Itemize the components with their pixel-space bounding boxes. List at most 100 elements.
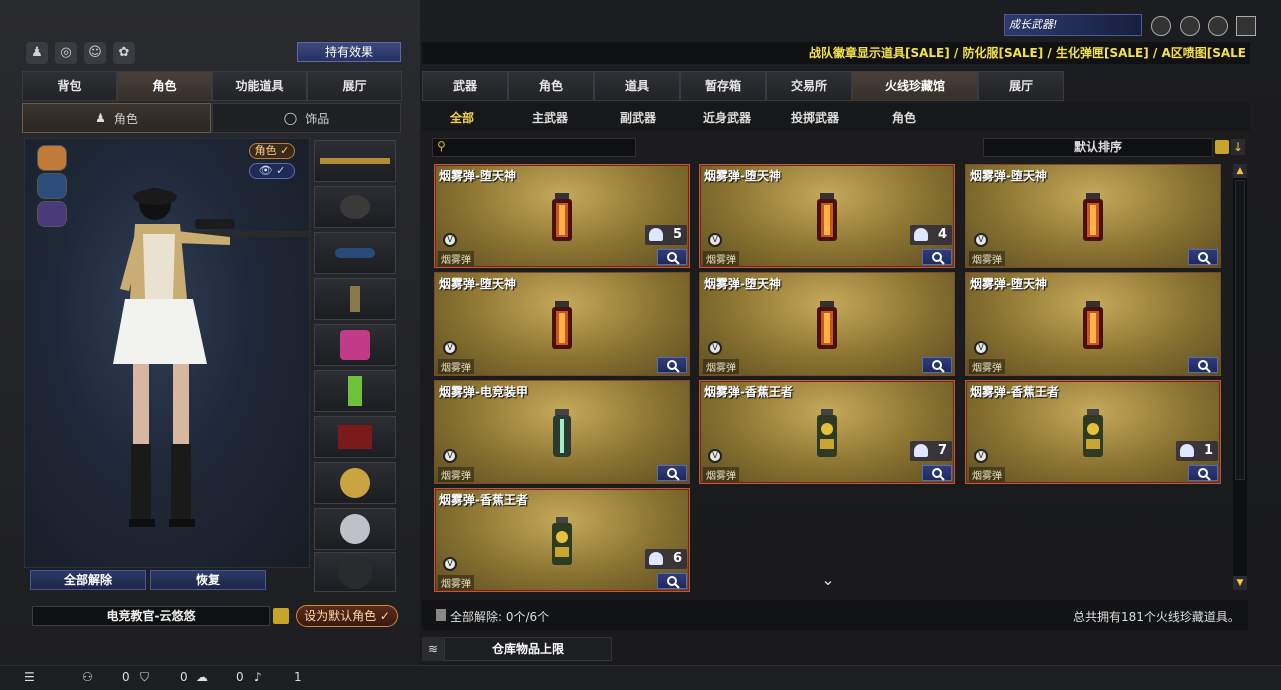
scroll-down-icon[interactable]: ▼ bbox=[1233, 576, 1247, 590]
item-card[interactable]: 烟雾弹-堕天神 V 烟雾弹 bbox=[965, 164, 1221, 268]
item-card[interactable]: 烟雾弹-香蕉王者 V 烟雾弹 6 bbox=[434, 488, 690, 592]
inspect-button[interactable] bbox=[922, 249, 952, 265]
magnifier-icon bbox=[932, 360, 945, 373]
inspect-button[interactable] bbox=[657, 357, 687, 373]
item-type-label: 烟雾弹 bbox=[438, 359, 474, 374]
slot-grenade[interactable] bbox=[314, 278, 396, 320]
slot-battery[interactable] bbox=[314, 370, 396, 412]
filter-throwing[interactable]: 投掷武器 bbox=[791, 109, 839, 126]
tab-bag[interactable]: 背包 bbox=[22, 71, 117, 101]
smoke-grenade-icon bbox=[814, 405, 840, 464]
character-icon: ♟ bbox=[95, 111, 106, 125]
scroll-up-icon[interactable]: ▲ bbox=[1233, 164, 1247, 178]
v-badge-icon: V bbox=[708, 233, 722, 247]
slot-armor[interactable] bbox=[314, 416, 396, 458]
slot-dragon-silver[interactable] bbox=[314, 508, 396, 550]
item-type-label: 烟雾弹 bbox=[438, 251, 474, 266]
tab-character[interactable]: 角色 bbox=[117, 71, 212, 101]
filter-role[interactable]: 角色 bbox=[892, 109, 916, 126]
inspect-button[interactable] bbox=[657, 573, 687, 589]
slot-glasses[interactable] bbox=[314, 232, 396, 274]
inspect-button[interactable] bbox=[922, 357, 952, 373]
character-name-field[interactable]: 电竞教官-云悠悠 bbox=[32, 606, 270, 626]
clan-shield-icon[interactable]: ⛉ bbox=[140, 670, 149, 685]
item-card[interactable]: 烟雾弹-堕天神 V 烟雾弹 4 bbox=[699, 164, 955, 268]
slot-dragon-gold[interactable] bbox=[314, 462, 396, 504]
restore-button[interactable]: 恢复 bbox=[150, 570, 266, 590]
wings-icon[interactable] bbox=[1236, 16, 1256, 36]
inspect-button[interactable] bbox=[1188, 249, 1218, 265]
toggle-visibility-pill[interactable]: 👁 ✓ bbox=[249, 163, 295, 179]
warehouse-limit-button[interactable]: 仓库物品上限 bbox=[444, 637, 612, 661]
speaker-icon[interactable]: ♪ bbox=[254, 670, 262, 684]
friends-icon[interactable]: ⚇ bbox=[82, 670, 93, 684]
search-input[interactable] bbox=[453, 140, 633, 155]
inspect-button[interactable] bbox=[922, 465, 952, 481]
search-field[interactable]: ⚲ bbox=[432, 138, 636, 157]
list-icon[interactable] bbox=[273, 608, 289, 624]
subtab-accessory[interactable]: ◯ 饰品 bbox=[212, 103, 401, 133]
target-icon[interactable]: ◎ bbox=[55, 42, 77, 64]
smoke-grenade-icon bbox=[814, 189, 840, 248]
toggle-role-pill[interactable]: 角色 ✓ bbox=[249, 143, 295, 159]
item-card[interactable]: 烟雾弹-堕天神 V 烟雾弹 bbox=[699, 272, 955, 376]
filter-melee[interactable]: 近身武器 bbox=[703, 109, 751, 126]
ghost-icon bbox=[1180, 444, 1194, 457]
slot-weapon[interactable] bbox=[314, 140, 396, 182]
search-icon: ⚲ bbox=[437, 139, 446, 153]
subtab-character[interactable]: ♟ 角色 bbox=[22, 103, 211, 133]
item-card[interactable]: 烟雾弹-香蕉王者 V 烟雾弹 7 bbox=[699, 380, 955, 484]
item-card[interactable]: 烟雾弹-堕天神 V 烟雾弹 bbox=[434, 272, 690, 376]
sort-arrow-icon[interactable]: ↓ bbox=[1231, 139, 1245, 155]
tab-exchange[interactable]: 交易所 bbox=[766, 71, 852, 101]
tab-storage[interactable]: 暂存箱 bbox=[680, 71, 766, 101]
tab-roles[interactable]: 角色 bbox=[508, 71, 594, 101]
bag-icon[interactable]: ✿ bbox=[113, 42, 135, 64]
menu-icon[interactable]: ☰ bbox=[24, 670, 35, 684]
tab-weapons[interactable]: 武器 bbox=[422, 71, 508, 101]
tools-icon[interactable] bbox=[1208, 16, 1228, 36]
set-default-character-button[interactable]: 设为默认角色 ✓ bbox=[296, 605, 398, 627]
unequip-all-button[interactable]: 全部解除 bbox=[30, 570, 146, 590]
tab-function-items[interactable]: 功能道具 bbox=[212, 71, 307, 101]
hold-effect-button[interactable]: 持有效果 bbox=[297, 42, 401, 62]
filter-primary[interactable]: 主武器 bbox=[532, 109, 568, 126]
layers-icon[interactable]: ≋ bbox=[422, 637, 444, 661]
shield-icon[interactable] bbox=[1151, 16, 1171, 36]
category-wings-button[interactable] bbox=[37, 201, 67, 227]
tab-showroom-right[interactable]: 展厅 bbox=[978, 71, 1064, 101]
bookmark-icon bbox=[436, 609, 446, 621]
filter-all[interactable]: 全部 bbox=[450, 109, 474, 126]
friends-count: 0 bbox=[122, 670, 130, 684]
expand-chevron-icon[interactable]: ⌄ bbox=[817, 570, 839, 589]
item-card[interactable]: 烟雾弹-堕天神 V 烟雾弹 bbox=[965, 272, 1221, 376]
inspect-button[interactable] bbox=[657, 249, 687, 265]
list-view-icon[interactable] bbox=[1215, 140, 1229, 154]
item-card[interactable]: 烟雾弹-电竞装甲 V 烟雾弹 bbox=[434, 380, 690, 484]
category-goggles-button[interactable] bbox=[37, 173, 67, 199]
item-title: 烟雾弹-香蕉王者 bbox=[970, 385, 1059, 399]
team-icon[interactable]: ♟ bbox=[26, 42, 48, 64]
slot-helmet[interactable] bbox=[314, 186, 396, 228]
user-icon[interactable]: ☺ bbox=[84, 42, 106, 64]
filter-secondary[interactable]: 副武器 bbox=[620, 109, 656, 126]
sort-dropdown[interactable]: 默认排序 bbox=[983, 138, 1213, 157]
chat-icon[interactable]: ☁ bbox=[196, 670, 208, 684]
growth-weapon-banner[interactable]: 成长武器! bbox=[1004, 14, 1142, 36]
slot-empty[interactable] bbox=[314, 552, 396, 592]
inspect-button[interactable] bbox=[1188, 465, 1218, 481]
tab-items[interactable]: 道具 bbox=[594, 71, 680, 101]
item-card[interactable]: 烟雾弹-香蕉王者 V 烟雾弹 1 bbox=[965, 380, 1221, 484]
character-preview[interactable]: 角色 ✓ 👁 ✓ bbox=[24, 138, 315, 568]
inspect-button[interactable] bbox=[1188, 357, 1218, 373]
category-character-button[interactable] bbox=[37, 145, 67, 171]
crosshair-icon[interactable] bbox=[1180, 16, 1200, 36]
tab-collection[interactable]: 火线珍藏馆 bbox=[852, 71, 978, 101]
scroll-thumb[interactable] bbox=[1235, 180, 1245, 480]
slot-chest[interactable] bbox=[314, 324, 396, 366]
inspect-button[interactable] bbox=[657, 465, 687, 481]
tab-showroom[interactable]: 展厅 bbox=[307, 71, 402, 101]
item-title: 烟雾弹-堕天神 bbox=[439, 169, 516, 183]
item-card[interactable]: 烟雾弹-堕天神 V 烟雾弹 5 bbox=[434, 164, 690, 268]
quantity-value: 6 bbox=[672, 551, 682, 566]
